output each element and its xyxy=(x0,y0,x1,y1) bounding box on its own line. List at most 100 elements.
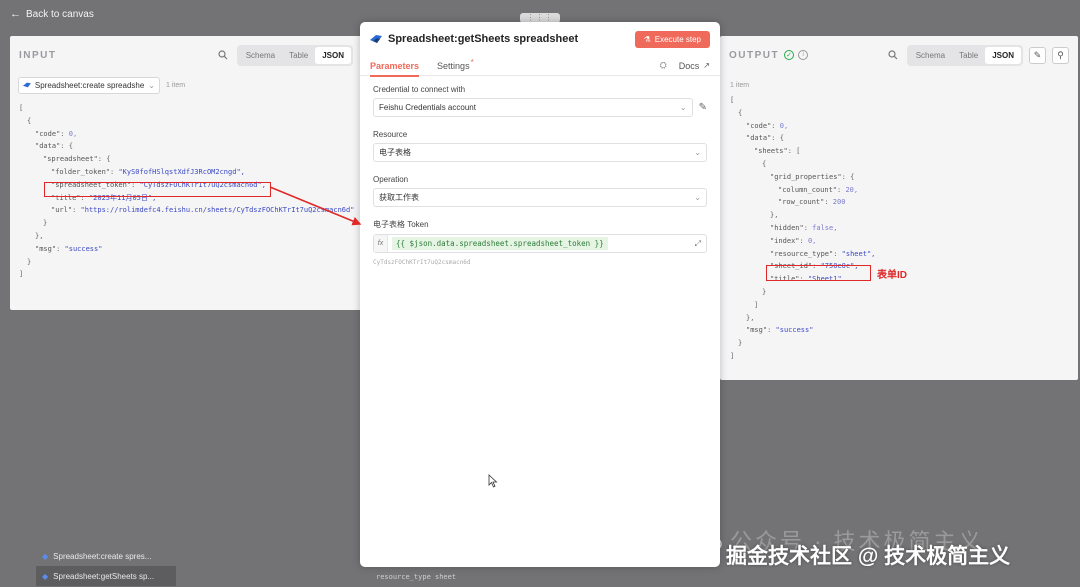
execute-step-button[interactable]: ⚗ Execute step xyxy=(634,30,710,48)
watermark-line-2: 掘金技术社区 @ 技术极简主义 xyxy=(726,545,1011,568)
canvas-node[interactable]: ◆ Spreadsheet:create spres... xyxy=(36,546,176,566)
json-value: 0, xyxy=(779,121,789,130)
json-string-value: "success" xyxy=(775,326,814,335)
feishu-icon xyxy=(23,82,31,88)
json-line: [ xyxy=(19,102,362,115)
output-tab-table[interactable]: Table xyxy=(952,47,985,64)
json-line: { xyxy=(19,115,362,128)
input-node-selector[interactable]: Spreadsheet:create spreadshe ⌄ xyxy=(18,76,160,94)
back-to-canvas-link[interactable]: ← Back to canvas xyxy=(10,8,94,20)
pin-output-button[interactable]: ⚲ xyxy=(1052,46,1069,64)
edit-output-button[interactable]: ✎ xyxy=(1029,46,1046,64)
json-key: "row_count" xyxy=(778,198,825,207)
input-item-count: 1 item xyxy=(166,81,186,89)
docs-link[interactable]: Docs ↗ xyxy=(679,61,710,71)
node-parameters-panel: Spreadsheet:getSheets spreadsheet ⚗ Exec… xyxy=(360,22,720,567)
input-tab-table[interactable]: Table xyxy=(282,47,315,64)
chevron-down-icon: ⌄ xyxy=(679,103,687,112)
json-bracket: { xyxy=(779,134,784,143)
arrow-left-icon: ← xyxy=(10,8,21,20)
feishu-icon: ◆ xyxy=(42,551,49,561)
json-line: "code": 0, xyxy=(746,121,789,130)
json-key: "column_count" xyxy=(778,185,838,194)
json-line: }, xyxy=(19,230,362,243)
json-key: "data" xyxy=(35,142,61,151)
json-bracket: ] xyxy=(754,300,759,309)
json-line: "row_count": 200 xyxy=(778,198,846,207)
output-panel: OUTPUT ✓ i Schema Table JSON ✎ ⚲ 1 item … xyxy=(720,36,1078,380)
mouse-cursor-icon xyxy=(488,474,498,488)
json-key: "spreadsheet" xyxy=(43,155,98,164)
ai-assistant-icon[interactable]: ⛭ xyxy=(660,60,667,71)
json-key: "folder_token" xyxy=(51,167,111,176)
input-title: INPUT xyxy=(19,49,57,61)
json-value: false, xyxy=(812,223,838,232)
json-line: "grid_properties": { xyxy=(770,172,855,181)
operation-select[interactable]: 获取工作表 ⌄ xyxy=(373,188,707,207)
json-bracket: }, xyxy=(770,211,779,220)
json-bracket: } xyxy=(762,287,767,296)
external-link-icon: ↗ xyxy=(703,61,710,70)
edit-credential-icon[interactable]: ✎ xyxy=(699,102,707,113)
json-bracket: [ xyxy=(730,96,735,104)
json-string-value: "KyS0fofHSlqstXdfJ3RcOM2cngd", xyxy=(118,167,245,176)
json-bracket: { xyxy=(27,116,32,125)
tab-parameters[interactable]: Parameters xyxy=(370,56,420,77)
info-icon[interactable]: i xyxy=(798,50,809,60)
search-icon[interactable] xyxy=(885,47,901,63)
json-key: "hidden" xyxy=(770,223,804,232)
token-resolved-preview: CyTdszFOChKTrIt7uQ2csmacn6d xyxy=(373,259,471,266)
json-bracket: } xyxy=(43,219,48,228)
pencil-icon: ✎ xyxy=(1033,49,1042,60)
json-line: ] xyxy=(730,350,1078,363)
feishu-icon xyxy=(370,35,382,43)
token-label: 电子表格 Token xyxy=(373,220,429,229)
sheet-id-highlight xyxy=(766,265,871,281)
json-line: "code": 0, xyxy=(35,129,78,138)
annotation-arrow xyxy=(269,186,362,226)
input-panel: INPUT Schema Table JSON Spreadsheet:crea… xyxy=(10,36,362,310)
wechat-logo-icon xyxy=(695,529,722,552)
credential-select[interactable]: Feishu Credentials account ⌄ xyxy=(373,98,693,117)
resource-select[interactable]: 电子表格 ⌄ xyxy=(373,143,707,162)
sheet-id-annotation: 表单ID xyxy=(877,270,907,281)
json-line: } xyxy=(730,286,1078,299)
tab-settings[interactable]: Settings * xyxy=(437,56,474,76)
json-line: { xyxy=(730,107,1078,120)
canvas-node[interactable]: ◆ Spreadsheet:getSheets sp... xyxy=(36,566,176,586)
output-tab-json[interactable]: JSON xyxy=(985,46,1021,64)
json-line: [ xyxy=(730,94,1078,107)
json-key: "code" xyxy=(746,121,772,130)
json-bracket: } xyxy=(27,257,32,266)
search-icon[interactable] xyxy=(215,47,231,63)
json-line: }, xyxy=(730,312,1078,325)
json-line: "column_count": 20, xyxy=(778,185,859,194)
success-check-icon: ✓ xyxy=(784,50,795,60)
output-json-view: [{"code": 0, "data": {"sheets": [{"grid_p… xyxy=(720,86,1078,363)
chevron-down-icon: ⌄ xyxy=(148,80,155,90)
json-line: }, xyxy=(730,209,1078,222)
json-line: ] xyxy=(730,299,1078,312)
expand-expression-icon[interactable]: ⤢ xyxy=(695,239,701,249)
token-expression-input[interactable]: fx {{ $json.data.spreadsheet.spreadsheet… xyxy=(373,234,707,253)
operation-label: Operation xyxy=(373,175,409,184)
json-bracket: ] xyxy=(19,270,24,279)
json-string-value: "sheet", xyxy=(841,249,876,258)
json-line: "sheets": [ xyxy=(754,147,801,156)
json-string-value: "success" xyxy=(64,244,103,253)
output-title: OUTPUT xyxy=(729,49,780,61)
json-line: "folder_token": "KyS0fofHSlqstXdfJ3RcOM2… xyxy=(51,167,245,176)
json-line: "resource_type": "sheet", xyxy=(770,249,876,258)
output-tab-schema[interactable]: Schema xyxy=(909,47,952,64)
feishu-icon: ◆ xyxy=(42,571,49,581)
back-label: Back to canvas xyxy=(26,8,94,20)
canvas-node-list: ◆ Spreadsheet:create spres... ◆ Spreadshee… xyxy=(36,546,176,586)
input-tab-schema[interactable]: Schema xyxy=(239,47,282,64)
json-key: "index" xyxy=(770,236,800,245)
unsaved-indicator: * xyxy=(470,58,474,67)
json-bracket: { xyxy=(762,159,767,168)
json-line: "index": 0, xyxy=(770,236,817,245)
input-tab-json[interactable]: JSON xyxy=(315,46,351,64)
resource-label: Resource xyxy=(373,130,408,139)
json-line: } xyxy=(19,256,362,269)
